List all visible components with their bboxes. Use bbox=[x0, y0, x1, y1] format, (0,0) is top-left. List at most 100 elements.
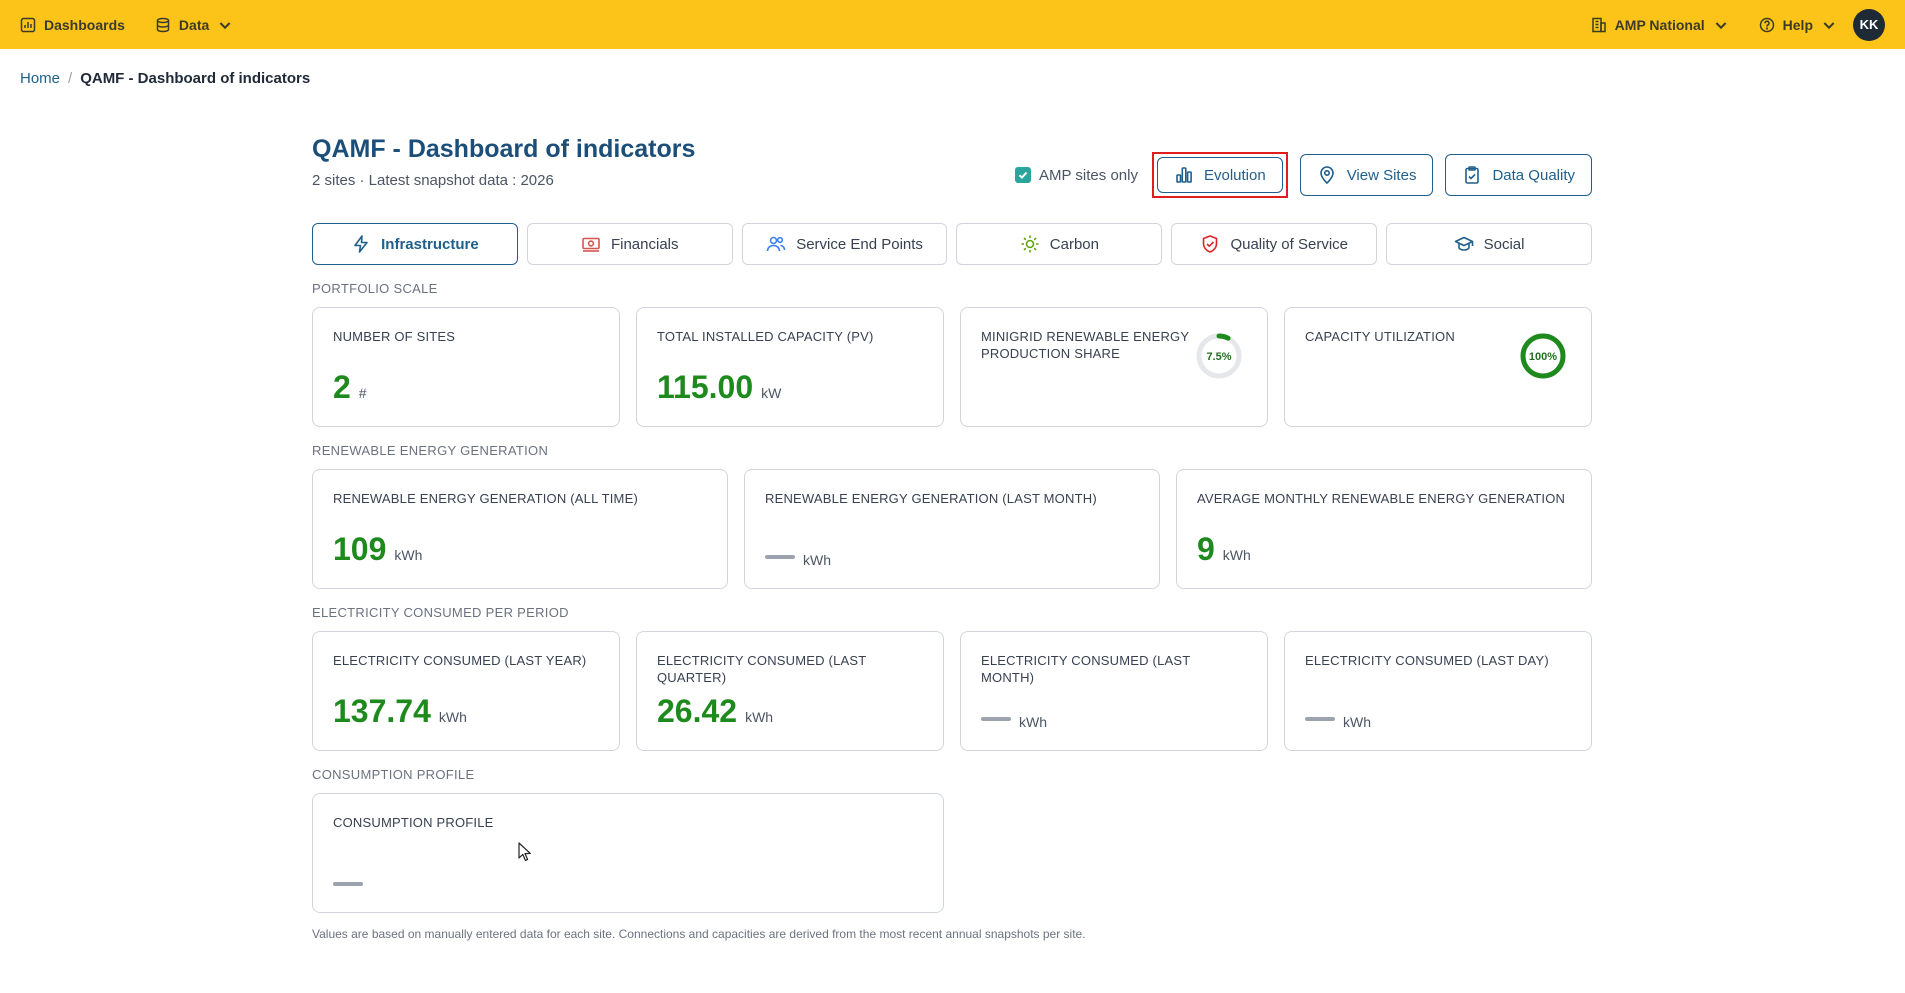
clipboard-check-icon bbox=[1465, 166, 1480, 184]
card-label: ELECTRICITY CONSUMED (LAST YEAR) bbox=[333, 653, 587, 668]
user-avatar[interactable]: KK bbox=[1853, 8, 1885, 41]
card-unit: # bbox=[358, 385, 367, 401]
sun-icon bbox=[1021, 235, 1039, 253]
tab-financials[interactable]: Financials bbox=[526, 223, 733, 265]
card-value: 26.42 bbox=[657, 693, 738, 729]
chevron-down-icon bbox=[219, 21, 231, 29]
breadcrumb-current: QAMF - Dashboard of indicators bbox=[80, 70, 311, 87]
card-unit: kWh bbox=[745, 709, 774, 725]
title-row: QAMF - Dashboard of indicators 2 sites ·… bbox=[312, 135, 1592, 217]
card-unit: kW bbox=[761, 385, 782, 401]
card-generation-average-monthly: AVERAGE MONTHLY RENEWABLE ENERGY GENERAT… bbox=[1176, 469, 1592, 589]
card-value: 9 bbox=[1197, 531, 1215, 567]
amp-sites-only-toggle[interactable]: AMP sites only bbox=[1015, 167, 1138, 184]
amp-sites-only-checkbox[interactable] bbox=[1015, 167, 1032, 183]
tab-label: Service End Points bbox=[796, 235, 923, 253]
no-data-dash bbox=[981, 717, 1011, 721]
tab-infrastructure[interactable]: Infrastructure bbox=[312, 223, 518, 265]
tab-service-end-points[interactable]: Service End Points bbox=[741, 223, 948, 265]
section-portfolio-scale: PORTFOLIO SCALE bbox=[312, 281, 438, 296]
section-renewable-generation: RENEWABLE ENERGY GENERATION bbox=[312, 443, 549, 458]
view-sites-button[interactable]: View Sites bbox=[1299, 154, 1434, 196]
card-consumption-profile: CONSUMPTION PROFILE bbox=[312, 793, 944, 913]
building-icon bbox=[1591, 17, 1606, 32]
top-navbar: Dashboards Data AMP National Help KK bbox=[0, 0, 1905, 49]
tab-quality-of-service[interactable]: Quality of Service bbox=[1171, 223, 1378, 265]
breadcrumb: Home / QAMF - Dashboard of indicators bbox=[20, 70, 310, 87]
evolution-button[interactable]: Evolution bbox=[1156, 157, 1283, 193]
card-value: 137.74 bbox=[333, 693, 431, 729]
card-value: 109 bbox=[333, 531, 387, 567]
card-consumed-last-month: ELECTRICITY CONSUMED (LAST MONTH) kWh bbox=[960, 631, 1268, 751]
card-consumed-last-year: ELECTRICITY CONSUMED (LAST YEAR) 137.74 … bbox=[312, 631, 620, 751]
card-label: RENEWABLE ENERGY GENERATION (LAST MONTH) bbox=[765, 491, 1097, 506]
card-label: MINIGRID RENEWABLE ENERGY PRODUCTION SHA… bbox=[981, 329, 1189, 361]
share-donut: 7.5% bbox=[1196, 333, 1242, 379]
shield-check-icon bbox=[1203, 235, 1218, 253]
breadcrumb-separator: / bbox=[68, 70, 73, 87]
breadcrumb-home[interactable]: Home bbox=[20, 70, 60, 87]
indicator-tabs: Infrastructure Financials Service End Po… bbox=[312, 223, 1592, 265]
nav-dashboards[interactable]: Dashboards bbox=[20, 17, 125, 33]
help-menu[interactable]: Help bbox=[1759, 17, 1837, 33]
no-data-dash bbox=[333, 882, 363, 886]
card-unit: kWh bbox=[1222, 547, 1251, 563]
bar-chart-icon bbox=[1176, 167, 1192, 183]
org-selector[interactable]: AMP National bbox=[1591, 17, 1729, 33]
generation-cards: RENEWABLE ENERGY GENERATION (ALL TIME) 1… bbox=[312, 469, 1592, 589]
card-label: ELECTRICITY CONSUMED (LAST DAY) bbox=[1305, 653, 1549, 668]
card-label: TOTAL INSTALLED CAPACITY (PV) bbox=[657, 329, 874, 344]
database-icon bbox=[156, 17, 170, 32]
evolution-highlight: Evolution bbox=[1151, 152, 1288, 198]
donut-text: 7.5% bbox=[1206, 351, 1231, 363]
header-actions: AMP sites only Evolution View Sites Data… bbox=[1015, 152, 1592, 198]
org-label: AMP National bbox=[1614, 16, 1705, 33]
card-renewable-production-share: MINIGRID RENEWABLE ENERGY PRODUCTION SHA… bbox=[960, 307, 1268, 427]
check-icon bbox=[1018, 171, 1028, 180]
card-capacity-utilization: CAPACITY UTILIZATION 100% bbox=[1284, 307, 1592, 427]
nav-data-label: Data bbox=[178, 16, 210, 33]
users-icon bbox=[766, 236, 786, 252]
tab-label: Social bbox=[1483, 235, 1525, 253]
view-sites-label: View Sites bbox=[1346, 166, 1417, 184]
money-icon bbox=[582, 237, 600, 252]
card-number-of-sites: NUMBER OF SITES 2 # bbox=[312, 307, 620, 427]
card-label: ELECTRICITY CONSUMED (LAST QUARTER) bbox=[657, 653, 867, 685]
profile-cards: CONSUMPTION PROFILE bbox=[312, 793, 1592, 913]
tab-social[interactable]: Social bbox=[1386, 223, 1592, 265]
consumed-cards: ELECTRICITY CONSUMED (LAST YEAR) 137.74 … bbox=[312, 631, 1592, 751]
tab-carbon[interactable]: Carbon bbox=[956, 223, 1163, 265]
amp-sites-only-label: AMP sites only bbox=[1039, 166, 1138, 184]
no-data-dash bbox=[765, 555, 795, 559]
card-generation-last-month: RENEWABLE ENERGY GENERATION (LAST MONTH)… bbox=[744, 469, 1160, 589]
card-consumed-last-day: ELECTRICITY CONSUMED (LAST DAY) kWh bbox=[1284, 631, 1592, 751]
lightning-icon bbox=[354, 235, 368, 253]
card-label: CONSUMPTION PROFILE bbox=[333, 815, 494, 830]
data-quality-button[interactable]: Data Quality bbox=[1445, 154, 1592, 196]
card-unit: kWh bbox=[1343, 714, 1371, 730]
chevron-down-icon bbox=[1823, 21, 1835, 29]
card-label: CAPACITY UTILIZATION bbox=[1305, 329, 1455, 344]
tab-label: Carbon bbox=[1049, 235, 1099, 253]
mouse-cursor-icon bbox=[518, 842, 531, 861]
help-label: Help bbox=[1782, 16, 1813, 33]
card-consumed-last-quarter: ELECTRICITY CONSUMED (LAST QUARTER) 26.4… bbox=[636, 631, 944, 751]
bar-chart-icon bbox=[20, 17, 36, 32]
card-label: ELECTRICITY CONSUMED (LAST MONTH) bbox=[981, 653, 1191, 685]
data-quality-label: Data Quality bbox=[1492, 166, 1575, 184]
utilization-donut: 100% bbox=[1520, 333, 1566, 379]
donut-text: 100% bbox=[1529, 351, 1557, 363]
nav-data[interactable]: Data bbox=[155, 17, 233, 33]
card-label: RENEWABLE ENERGY GENERATION (ALL TIME) bbox=[333, 491, 638, 506]
card-unit: kWh bbox=[438, 709, 467, 725]
card-total-installed-capacity: TOTAL INSTALLED CAPACITY (PV) 115.00 kW bbox=[636, 307, 944, 427]
tab-label: Infrastructure bbox=[381, 235, 479, 253]
portfolio-cards: NUMBER OF SITES 2 # TOTAL INSTALLED CAPA… bbox=[312, 307, 1592, 427]
section-electricity-consumed: ELECTRICITY CONSUMED PER PERIOD bbox=[312, 605, 569, 620]
tab-label: Financials bbox=[610, 235, 679, 253]
nav-dashboards-label: Dashboards bbox=[44, 16, 125, 33]
card-generation-all-time: RENEWABLE ENERGY GENERATION (ALL TIME) 1… bbox=[312, 469, 728, 589]
help-circle-icon bbox=[1759, 17, 1774, 32]
card-unit: kWh bbox=[803, 552, 831, 568]
card-unit: kWh bbox=[394, 547, 423, 563]
